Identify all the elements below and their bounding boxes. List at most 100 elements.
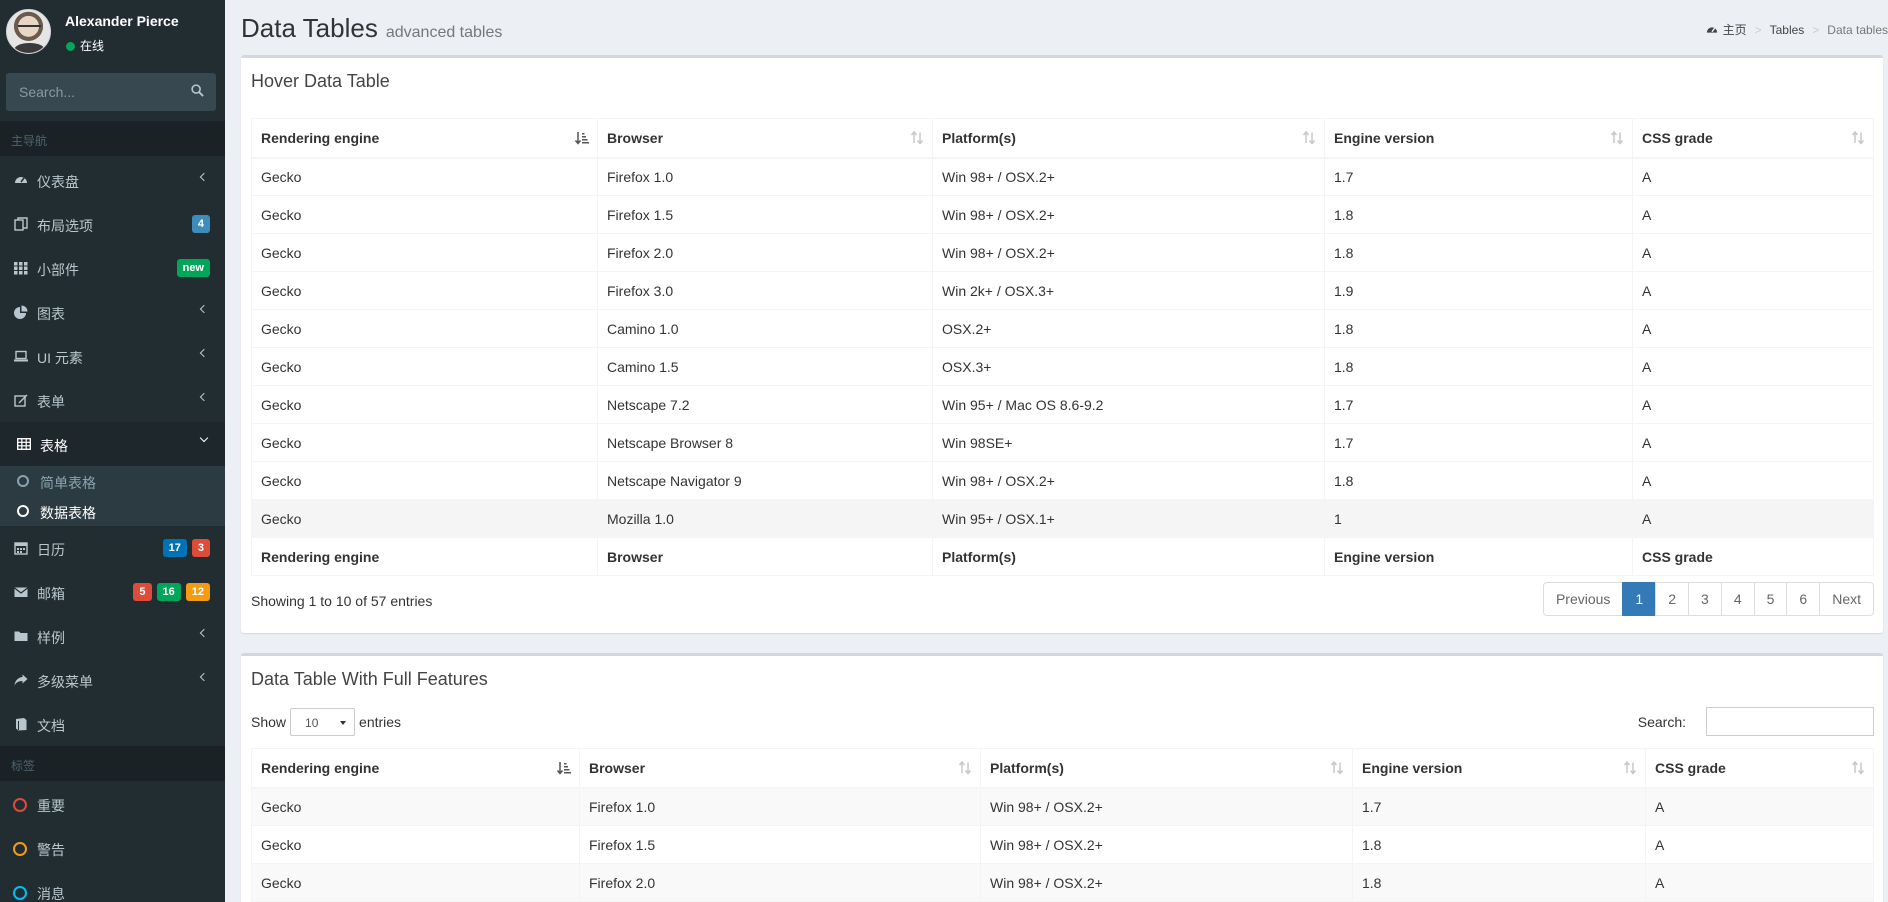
- pagination-page-button[interactable]: 4: [1720, 582, 1755, 616]
- count-badge: 16: [156, 583, 181, 601]
- table-cell: Gecko: [251, 233, 598, 272]
- sidebar: Alexander Pierce 在线 主导航 仪表盘 布局选项 4 小部件 n…: [0, 0, 225, 902]
- menu-label: 仪表盘: [37, 174, 79, 190]
- sort-icon: [1330, 761, 1344, 775]
- column-header[interactable]: CSS grade: [1632, 118, 1874, 159]
- menu-item-multilevel[interactable]: 多级菜单: [0, 658, 225, 702]
- page-length-select[interactable]: 10: [290, 708, 356, 736]
- table-row[interactable]: Gecko Firefox 2.0 Win 98+ / OSX.2+ 1.8 A: [251, 863, 1874, 902]
- pagination-page-button[interactable]: 2: [1655, 582, 1690, 616]
- table-row[interactable]: Gecko Netscape Navigator 9 Win 98+ / OSX.2…: [251, 461, 1874, 500]
- pagination-next-button[interactable]: Next: [1819, 582, 1874, 616]
- table-row[interactable]: Gecko Camino 1.0 OSX.2+ 1.8 A: [251, 309, 1874, 348]
- table-cell: 1.8: [1324, 195, 1633, 234]
- table-cell: A: [1632, 309, 1874, 348]
- column-header[interactable]: Platform(s): [980, 748, 1353, 789]
- column-header-label: Rendering engine: [261, 129, 380, 146]
- table-cell: A: [1632, 271, 1874, 310]
- menu-item-examples[interactable]: 样例: [0, 614, 225, 658]
- table-row[interactable]: Gecko Firefox 1.0 Win 98+ / OSX.2+ 1.7 A: [251, 157, 1874, 196]
- submenu-label: 数据表格: [40, 505, 96, 521]
- table-cell: Win 98+ / OSX.2+: [932, 461, 1325, 500]
- column-header[interactable]: Rendering engine: [251, 118, 598, 159]
- column-header[interactable]: Engine version: [1324, 118, 1633, 159]
- table-cell: A: [1645, 825, 1874, 864]
- column-header[interactable]: CSS grade: [1645, 748, 1874, 789]
- table-row[interactable]: Gecko Netscape Browser 8 Win 98SE+ 1.7 A: [251, 423, 1874, 462]
- user-name: Alexander Pierce: [65, 13, 179, 29]
- column-header-label: Browser: [607, 129, 664, 146]
- table-header-row: Rendering engine Browser Platform(s) Eng…: [251, 748, 1874, 789]
- menu-item-dashboard[interactable]: 仪表盘: [0, 158, 225, 202]
- table-search-input[interactable]: [1706, 707, 1874, 736]
- online-status-icon: [66, 42, 75, 51]
- menu-item-layout[interactable]: 布局选项 4: [0, 202, 225, 246]
- search-icon[interactable]: [191, 84, 204, 97]
- table-cell: Win 98SE+: [932, 423, 1325, 462]
- table-cell: Gecko: [251, 499, 598, 538]
- table-row[interactable]: Gecko Firefox 1.0 Win 98+ / OSX.2+ 1.7 A: [251, 787, 1874, 826]
- tables-submenu: 简单表格 数据表格: [0, 466, 225, 526]
- hover-data-table: Rendering engine Browser Platform(s) Eng…: [251, 118, 1874, 576]
- column-header[interactable]: Browser: [579, 748, 981, 789]
- menu-item-docs[interactable]: 文档: [0, 702, 225, 746]
- table-cell: 1.8: [1324, 347, 1633, 386]
- avatar[interactable]: [6, 9, 51, 54]
- menu-item-widgets[interactable]: 小部件 new: [0, 246, 225, 290]
- column-footer: Browser: [597, 537, 933, 576]
- breadcrumb-home-link[interactable]: 主页: [1723, 21, 1747, 38]
- menu-label: 多级菜单: [37, 674, 93, 690]
- table-row[interactable]: Gecko Firefox 3.0 Win 2k+ / OSX.3+ 1.9 A: [251, 271, 1874, 310]
- column-footer: Platform(s): [932, 537, 1325, 576]
- pagination-page-button[interactable]: 5: [1753, 582, 1788, 616]
- column-header[interactable]: Browser: [597, 118, 933, 159]
- chevron-left-icon: [199, 348, 209, 358]
- label-item-information[interactable]: 消息: [0, 870, 225, 902]
- column-header[interactable]: Rendering engine: [251, 748, 580, 789]
- table-cell: Firefox 2.0: [579, 863, 981, 902]
- submenu-item-data-tables[interactable]: 数据表格: [0, 496, 225, 526]
- page-length-control: Show 10 entries: [251, 708, 401, 736]
- table-row[interactable]: Gecko Firefox 2.0 Win 98+ / OSX.2+ 1.8 A: [251, 233, 1874, 272]
- menu-item-ui-elements[interactable]: UI 元素: [0, 334, 225, 378]
- breadcrumb-current: Data tables: [1827, 22, 1888, 37]
- table-row[interactable]: Gecko Firefox 1.5 Win 98+ / OSX.2+ 1.8 A: [251, 825, 1874, 864]
- menu-item-forms[interactable]: 表单: [0, 378, 225, 422]
- circle-icon: [17, 475, 29, 487]
- pagination-previous-button[interactable]: Previous: [1542, 582, 1624, 616]
- label-item-important[interactable]: 重要: [0, 782, 225, 826]
- page-subtitle: advanced tables: [385, 24, 503, 41]
- pie-chart-icon: [14, 305, 28, 319]
- column-header[interactable]: Platform(s): [932, 118, 1325, 159]
- table-row[interactable]: Gecko Camino 1.5 OSX.3+ 1.8 A: [251, 347, 1874, 386]
- table-row[interactable]: Gecko Netscape 7.2 Win 95+ / Mac OS 8.6-9.…: [251, 385, 1874, 424]
- column-footer: Rendering engine: [251, 537, 598, 576]
- table-cell: A: [1632, 233, 1874, 272]
- menu-item-mailbox[interactable]: 邮箱 5 16 12: [0, 570, 225, 614]
- pagination-page-button[interactable]: 3: [1688, 582, 1722, 616]
- pagination-page-button[interactable]: 1: [1622, 582, 1657, 616]
- submenu-item-simple-tables[interactable]: 简单表格: [0, 466, 225, 496]
- sidebar-search-input[interactable]: [6, 73, 216, 111]
- label-item-warning[interactable]: 警告: [0, 826, 225, 870]
- breadcrumb-tables-link[interactable]: Tables: [1770, 23, 1805, 37]
- chevron-down-icon: [199, 433, 209, 443]
- table-cell: Win 2k+ / OSX.3+: [932, 271, 1325, 310]
- column-header[interactable]: Engine version: [1352, 748, 1646, 789]
- table-cell: Gecko: [251, 825, 580, 864]
- show-label: Show: [251, 714, 287, 730]
- table-row[interactable]: Gecko Mozilla 1.0 Win 95+ / OSX.1+ 1 A: [251, 499, 1874, 538]
- dashboard-icon: [15, 177, 27, 183]
- menu-item-charts[interactable]: 图表: [0, 290, 225, 334]
- menu-label: 邮箱: [37, 586, 65, 602]
- pagination-page-button[interactable]: 6: [1786, 582, 1821, 616]
- menu-label: UI 元素: [37, 350, 83, 366]
- column-footer: CSS grade: [1632, 537, 1874, 576]
- table-cell: Win 98+ / OSX.2+: [980, 825, 1353, 864]
- table-row[interactable]: Gecko Firefox 1.5 Win 98+ / OSX.2+ 1.8 A: [251, 195, 1874, 234]
- label-text: 警告: [37, 842, 65, 858]
- sort-icon: [1623, 761, 1637, 775]
- menu-item-tables[interactable]: 表格: [0, 422, 225, 466]
- menu-item-calendar[interactable]: 日历 17 3: [0, 526, 225, 570]
- table-cell: Win 98+ / OSX.2+: [932, 157, 1325, 196]
